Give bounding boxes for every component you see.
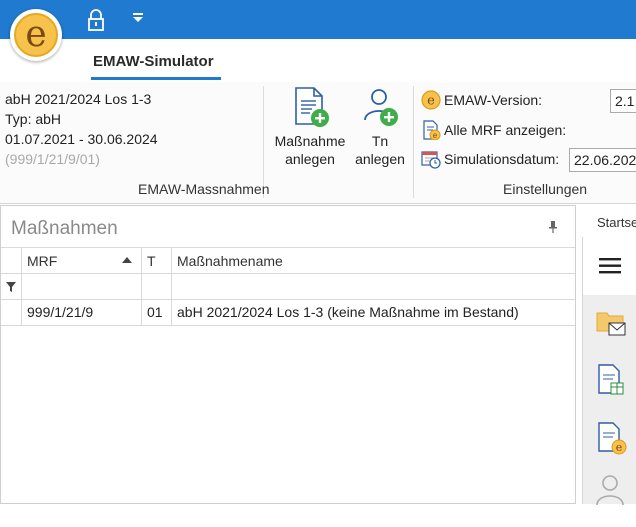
document-table-icon <box>598 364 624 395</box>
filter-icon[interactable] <box>6 282 16 292</box>
calendar-clock-icon <box>421 151 441 169</box>
info-code: (999/1/21/9/01) <box>5 151 100 167</box>
lock-icon[interactable] <box>86 9 106 31</box>
group-label-massnahmen: EMAW-Massnahmen <box>138 181 270 197</box>
user-icon <box>596 475 624 505</box>
tab-startseite[interactable]: Startse <box>584 205 636 237</box>
add-participant-label-2: anlegen <box>355 151 405 167</box>
column-header-t-label: T <box>147 253 156 269</box>
menu-button[interactable] <box>583 237 636 295</box>
document-table-button[interactable] <box>583 353 636 411</box>
filter-indicator <box>1 274 22 299</box>
menu-icon <box>599 258 621 274</box>
filter-cell-mrf[interactable] <box>22 274 142 299</box>
logo-letter: e <box>14 13 58 57</box>
sort-ascending-icon <box>122 257 132 263</box>
svg-text:e: e <box>616 441 623 454</box>
add-user-icon <box>364 89 398 126</box>
filter-cell-name[interactable] <box>172 274 575 299</box>
add-document-icon <box>295 87 329 127</box>
svg-text:e: e <box>427 94 435 109</box>
add-measure-label-1: Maßnahme <box>274 133 346 149</box>
add-participant-button[interactable]: Tn anlegen <box>350 86 410 168</box>
panel-title: Maßnahmen <box>11 218 118 239</box>
row-indicator <box>1 300 22 325</box>
simulation-date-input[interactable]: 22.06.2021 <box>569 148 636 172</box>
svg-text:e: e <box>433 131 438 140</box>
add-participant-label-1: Tn <box>371 133 389 149</box>
mail-folder-button[interactable] <box>583 295 636 353</box>
dropdown-arrow-icon[interactable] <box>132 13 144 23</box>
active-tab-indicator <box>91 77 221 80</box>
version-label: EMAW-Version: <box>444 92 543 108</box>
right-sidebar: e <box>582 237 636 505</box>
emaw-version-icon: e <box>421 90 441 110</box>
document-e-button[interactable]: e <box>583 411 636 469</box>
filter-cell-t[interactable] <box>142 274 172 299</box>
sim-date-label: Simulationsdatum: <box>444 151 560 167</box>
document-e-icon: e <box>423 120 441 140</box>
info-period: 01.07.2021 - 30.06.2024 <box>5 131 158 147</box>
tab-emaw-simulator[interactable]: EMAW-Simulator <box>93 53 214 70</box>
cell-mrf[interactable]: 999/1/21/9 <box>22 300 142 325</box>
ribbon-separator <box>413 86 414 198</box>
add-measure-button[interactable]: Maßnahme anlegen <box>270 86 350 168</box>
version-select[interactable]: 2.1 <box>610 89 636 113</box>
table-header-row: MRF T Maßnahmename <box>1 247 575 274</box>
column-header-name[interactable]: Maßnahmename <box>172 248 575 273</box>
column-header-t[interactable]: T <box>142 248 172 273</box>
add-measure-label-2: anlegen <box>285 151 335 167</box>
pin-icon[interactable] <box>548 221 558 233</box>
group-label-einstellungen: Einstellungen <box>503 181 588 197</box>
row-indicator-header <box>1 248 22 273</box>
filter-row[interactable] <box>1 274 575 300</box>
cell-t[interactable]: 01 <box>142 300 172 325</box>
emaw-logo-icon[interactable]: e <box>10 9 62 61</box>
document-e-icon: e <box>598 422 627 455</box>
table-row[interactable]: 999/1/21/9 01 abH 2021/2024 Los 1-3 (kei… <box>1 300 575 326</box>
column-header-name-label: Maßnahmename <box>177 253 283 269</box>
column-header-mrf-label: MRF <box>27 253 58 269</box>
panel-header: Maßnahmen <box>0 205 576 243</box>
info-type: Typ: abH <box>5 111 62 127</box>
user-button[interactable] <box>583 469 636 527</box>
info-massnahme-title: abH 2021/2024 Los 1-3 <box>5 91 152 107</box>
tab-startseite-label: Startse <box>597 215 636 230</box>
show-mrf-label: Alle MRF anzeigen: <box>444 122 567 138</box>
cell-name[interactable]: abH 2021/2024 Los 1-3 (keine Maßnahme im… <box>172 300 575 325</box>
mail-folder-icon <box>596 312 626 336</box>
